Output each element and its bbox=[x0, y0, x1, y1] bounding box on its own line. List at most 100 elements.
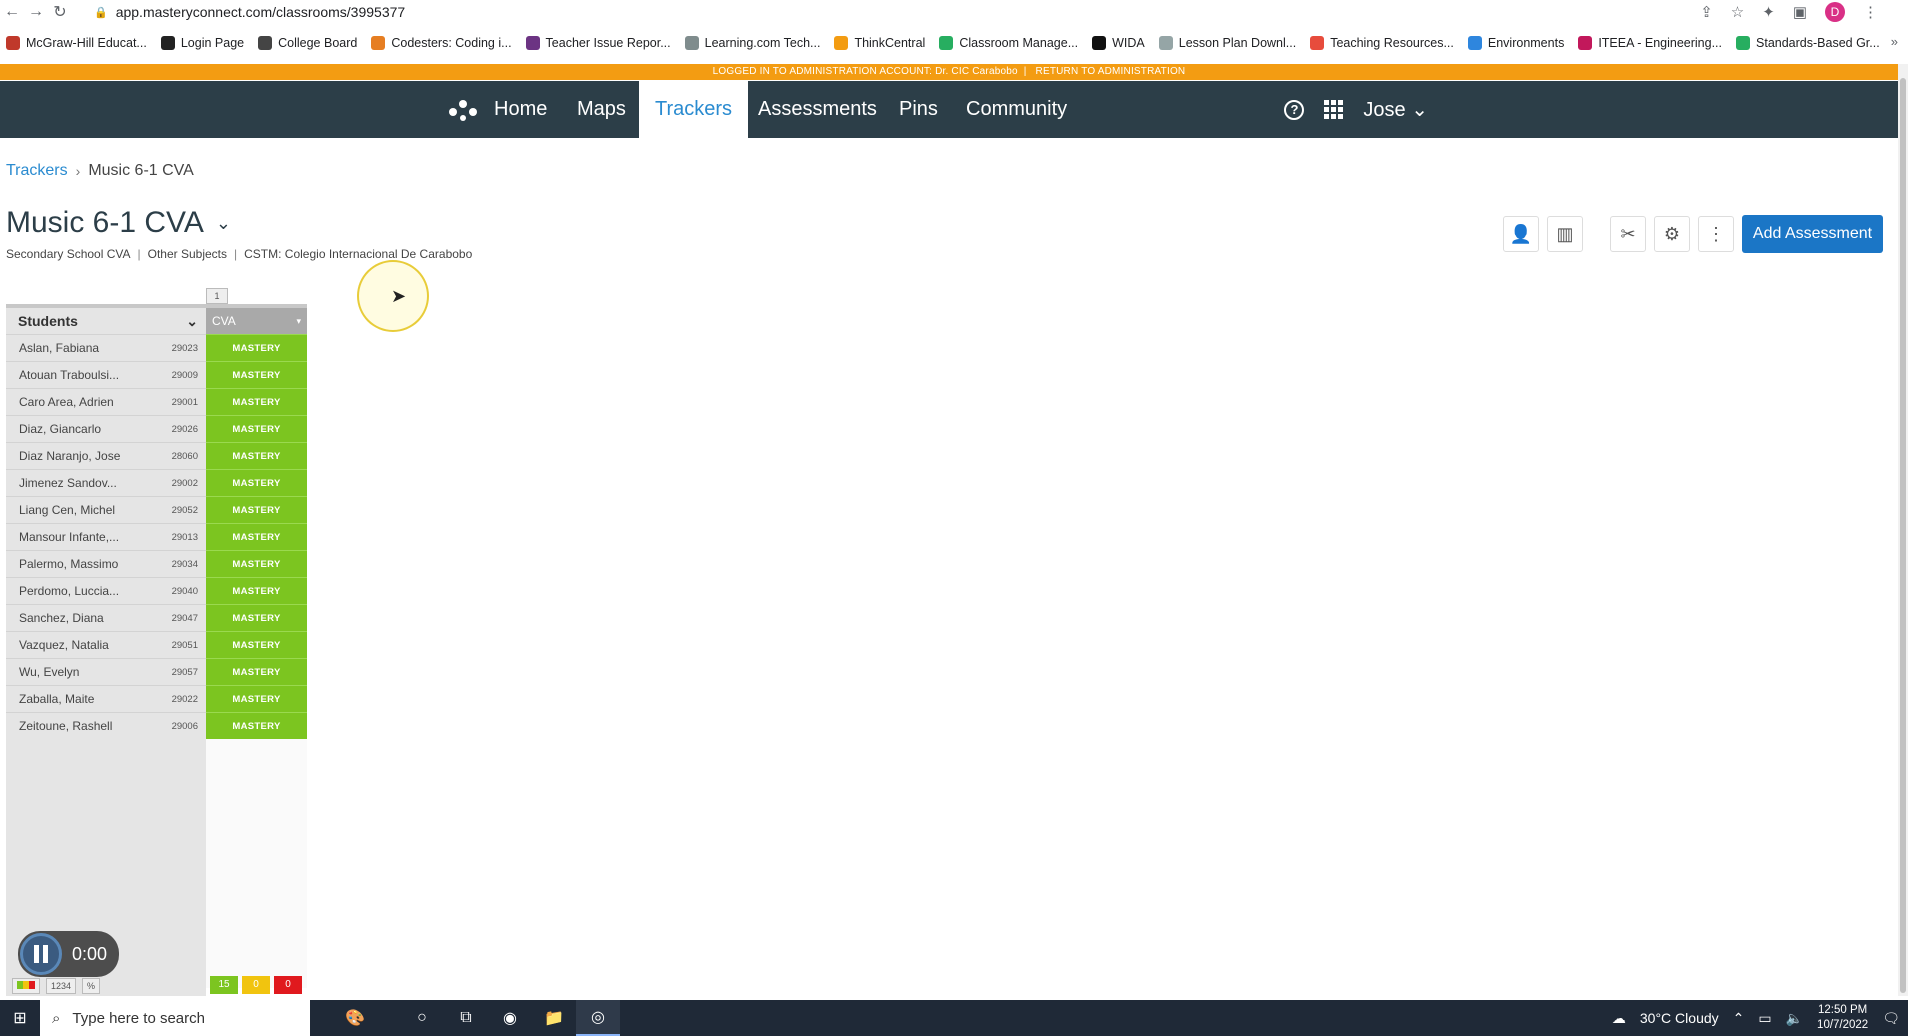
student-row[interactable]: Jimenez Sandov... 29002 bbox=[6, 469, 206, 496]
bookmark-item[interactable]: Learning.com Tech... bbox=[684, 36, 820, 50]
tray-chevron-up-icon[interactable]: ⌃ bbox=[1733, 1010, 1745, 1027]
volume-icon[interactable]: 🔈 bbox=[1786, 1010, 1803, 1027]
bookmark-item[interactable]: Standards-Based Gr... bbox=[1736, 36, 1880, 50]
bookmark-item[interactable]: WIDA bbox=[1092, 36, 1145, 50]
mastery-score-cell[interactable]: MASTERY bbox=[206, 361, 307, 388]
assessment-header[interactable]: CVA ▾ bbox=[206, 304, 307, 334]
bookmark-item[interactable]: Classroom Manage... bbox=[939, 36, 1078, 50]
masteryconnect-logo-icon[interactable] bbox=[448, 99, 478, 121]
student-name[interactable]: Atouan Traboulsi... bbox=[19, 368, 119, 382]
mastery-score-cell[interactable]: MASTERY bbox=[206, 604, 307, 631]
bookmark-item[interactable]: Lesson Plan Downl... bbox=[1158, 36, 1296, 50]
taskbar-search-placeholder[interactable]: Type here to search bbox=[72, 1010, 205, 1027]
student-row[interactable]: Caro Area, Adrien 29001 bbox=[6, 388, 206, 415]
share-icon[interactable]: ⇪ bbox=[1700, 3, 1713, 21]
mastery-score-cell[interactable]: MASTERY bbox=[206, 469, 307, 496]
layout-toggle-button[interactable]: ▥ bbox=[1547, 216, 1583, 252]
student-name[interactable]: Wu, Evelyn bbox=[19, 665, 79, 679]
student-row[interactable]: Liang Cen, Michel 29052 bbox=[6, 496, 206, 523]
student-name[interactable]: Caro Area, Adrien bbox=[19, 395, 114, 409]
mastery-score-cell[interactable]: MASTERY bbox=[206, 631, 307, 658]
student-name[interactable]: Jimenez Sandov... bbox=[19, 476, 117, 490]
windows-start-icon[interactable]: ⊞ bbox=[0, 1008, 40, 1028]
bookmark-item[interactable]: Codesters: Coding i... bbox=[371, 36, 512, 50]
pause-recording-button[interactable] bbox=[20, 933, 62, 975]
number-view-toggle[interactable]: 1234 bbox=[46, 978, 77, 994]
student-name[interactable]: Palermo, Massimo bbox=[19, 557, 118, 571]
address-bar[interactable]: 🔒 app.masteryconnect.com/classrooms/3995… bbox=[94, 4, 405, 20]
mastery-score-cell[interactable]: MASTERY bbox=[206, 658, 307, 685]
student-row[interactable]: Zeitoune, Rashell 29006 bbox=[6, 712, 206, 739]
reload-icon[interactable]: ↻ bbox=[48, 2, 72, 22]
add-assessment-button[interactable]: Add Assessment bbox=[1742, 215, 1883, 253]
student-row[interactable]: Diaz, Giancarlo 29026 bbox=[6, 415, 206, 442]
notifications-icon[interactable]: 🗨 bbox=[1882, 1010, 1900, 1027]
mastery-score-cell[interactable]: MASTERY bbox=[206, 712, 307, 739]
student-name[interactable]: Zeitoune, Rashell bbox=[19, 719, 112, 733]
settings-button[interactable]: ⚙ bbox=[1654, 216, 1690, 252]
cortana-icon[interactable]: ○ bbox=[400, 1000, 444, 1036]
forward-icon[interactable]: → bbox=[24, 3, 48, 21]
user-menu[interactable]: Jose ⌄ bbox=[1363, 97, 1428, 122]
url-text[interactable]: app.masteryconnect.com/classrooms/399537… bbox=[116, 4, 405, 20]
student-row[interactable]: Zaballa, Maite 29022 bbox=[6, 685, 206, 712]
nav-home[interactable]: Home bbox=[494, 81, 547, 138]
mastery-score-cell[interactable]: MASTERY bbox=[206, 442, 307, 469]
nav-assessments[interactable]: Assessments bbox=[758, 81, 877, 138]
student-row[interactable]: Atouan Traboulsi... 29009 bbox=[6, 361, 206, 388]
color-view-toggle[interactable] bbox=[12, 978, 40, 994]
student-row[interactable]: Palermo, Massimo 29034 bbox=[6, 550, 206, 577]
student-name[interactable]: Liang Cen, Michel bbox=[19, 503, 115, 517]
assessment-menu-icon[interactable]: ▾ bbox=[296, 316, 301, 327]
scrollbar-thumb[interactable] bbox=[1900, 78, 1906, 993]
student-name[interactable]: Perdomo, Luccia... bbox=[19, 584, 119, 598]
apps-grid-icon[interactable] bbox=[1324, 100, 1344, 119]
nav-trackers[interactable]: Trackers bbox=[639, 81, 749, 138]
student-name[interactable]: Mansour Infante,... bbox=[19, 530, 119, 544]
file-explorer-icon[interactable]: 📁 bbox=[532, 1000, 576, 1036]
bookmarks-more-icon[interactable]: » bbox=[1891, 34, 1898, 49]
percent-view-toggle[interactable]: % bbox=[82, 978, 101, 994]
weather-text[interactable]: 30°C Cloudy bbox=[1640, 1010, 1719, 1026]
mastery-score-cell[interactable]: MASTERY bbox=[206, 577, 307, 604]
bookmark-item[interactable]: Login Page bbox=[160, 36, 244, 50]
mastery-score-cell[interactable]: MASTERY bbox=[206, 496, 307, 523]
nav-pins[interactable]: Pins bbox=[899, 81, 938, 138]
student-row[interactable]: Perdomo, Luccia... 29040 bbox=[6, 577, 206, 604]
help-icon[interactable]: ? bbox=[1284, 99, 1305, 120]
sort-chevron-icon[interactable]: ⌄ bbox=[186, 313, 198, 330]
bookmark-item[interactable]: College Board bbox=[258, 36, 357, 50]
network-icon[interactable]: ▭ bbox=[1758, 1010, 1771, 1027]
more-options-button[interactable]: ⋮ bbox=[1698, 216, 1734, 252]
bookmark-item[interactable]: ITEEA - Engineering... bbox=[1578, 36, 1722, 50]
return-to-admin-link[interactable]: RETURN TO ADMINISTRATION bbox=[1036, 66, 1186, 77]
student-row[interactable]: Aslan, Fabiana 29023 bbox=[6, 334, 206, 361]
mastery-score-cell[interactable]: MASTERY bbox=[206, 388, 307, 415]
recorder-app-icon[interactable]: ◎ bbox=[576, 1000, 620, 1036]
nav-community[interactable]: Community bbox=[966, 81, 1067, 138]
student-name[interactable]: Aslan, Fabiana bbox=[19, 341, 99, 355]
tools-button[interactable]: ✂ bbox=[1610, 216, 1646, 252]
bookmark-item[interactable]: Environments bbox=[1467, 36, 1564, 50]
bookmark-item[interactable]: Teaching Resources... bbox=[1310, 36, 1454, 50]
student-view-button[interactable]: 👤 bbox=[1503, 216, 1539, 252]
extensions-icon[interactable]: ✦ bbox=[1762, 3, 1775, 21]
student-row[interactable]: Diaz Naranjo, Jose 28060 bbox=[6, 442, 206, 469]
mastery-score-cell[interactable]: MASTERY bbox=[206, 523, 307, 550]
student-name[interactable]: Zaballa, Maite bbox=[19, 692, 94, 706]
star-icon[interactable]: ☆ bbox=[1731, 3, 1744, 21]
student-name[interactable]: Diaz Naranjo, Jose bbox=[19, 449, 120, 463]
browser-menu-icon[interactable]: ⋮ bbox=[1863, 3, 1878, 21]
mastery-score-cell[interactable]: MASTERY bbox=[206, 415, 307, 442]
nav-maps[interactable]: Maps bbox=[577, 81, 626, 138]
bookmark-item[interactable]: McGraw-Hill Educat... bbox=[6, 36, 147, 50]
mastery-score-cell[interactable]: MASTERY bbox=[206, 685, 307, 712]
student-row[interactable]: Vazquez, Natalia 29051 bbox=[6, 631, 206, 658]
mastery-score-cell[interactable]: MASTERY bbox=[206, 550, 307, 577]
taskbar-search[interactable]: ⌕ Type here to search bbox=[40, 1000, 310, 1036]
student-name[interactable]: Vazquez, Natalia bbox=[19, 638, 109, 652]
student-row[interactable]: Mansour Infante,... 29013 bbox=[6, 523, 206, 550]
student-row[interactable]: Sanchez, Diana 29047 bbox=[6, 604, 206, 631]
task-view-icon[interactable]: ⧉ bbox=[444, 1000, 488, 1036]
tracker-switch-chevron-icon[interactable]: ⌄ bbox=[216, 213, 231, 234]
